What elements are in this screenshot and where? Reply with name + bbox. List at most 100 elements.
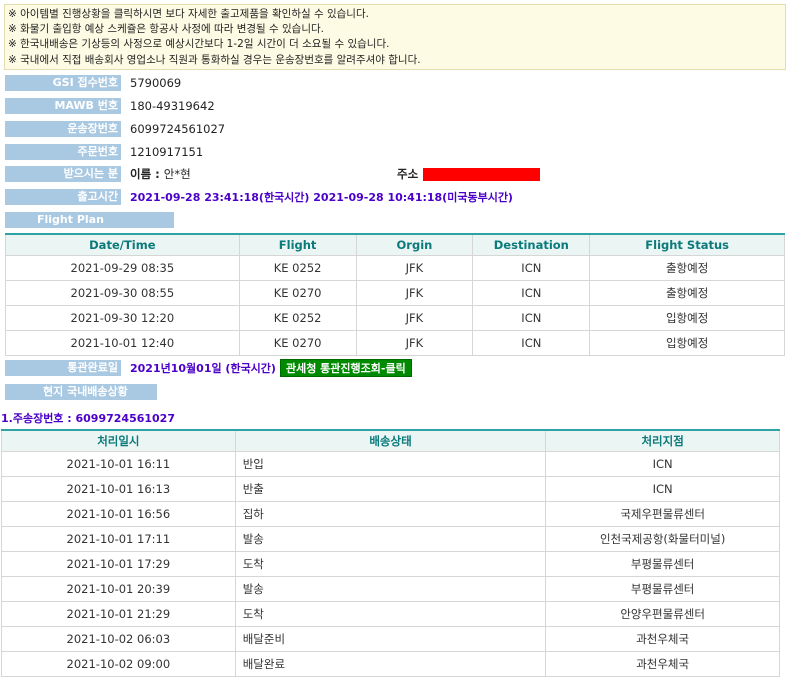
order-label: 주문번호 — [5, 144, 121, 160]
table-row: 2021-09-30 08:55 KE 0270 JFK ICN 출항예정 — [5, 279, 785, 306]
cell-time: 2021-10-01 17:11 — [1, 525, 236, 552]
cell-status: 도착 — [234, 550, 547, 577]
table-row: 2021-10-01 12:40 KE 0270 JFK ICN 입항예정 — [5, 329, 785, 356]
col-processed-time: 처리일시 — [1, 429, 236, 452]
cell-origin: JFK — [355, 329, 474, 356]
customs-inquiry-button[interactable]: 관세청 통관진행조회-클릭 — [279, 359, 412, 377]
cell-branch: 인천국제공항(화물터미널) — [545, 525, 780, 552]
cell-branch: ICN — [545, 475, 780, 502]
notice-line: ※ 아이템별 진행상황을 클릭하시면 보다 자세한 출고제품을 확인하실 수 있… — [8, 8, 369, 20]
customs-value: 2021년10월01일 (한국시간) — [130, 362, 276, 375]
order-row: 주문번호 1210917151 — [5, 144, 203, 160]
cell-flight: KE 0252 — [238, 254, 357, 281]
cell-status: 반입 — [234, 450, 547, 477]
table-row: 2021-10-01 17:11 발송 인천국제공항(화물터미널) — [1, 525, 780, 552]
cell-status: 발송 — [234, 525, 547, 552]
table-row: 2021-10-01 16:11 반입 ICN — [1, 450, 780, 477]
cell-branch: ICN — [545, 450, 780, 477]
notice-box: ※ 아이템별 진행상황을 클릭하시면 보다 자세한 출고제품을 확인하실 수 있… — [4, 4, 786, 70]
cell-datetime: 2021-10-01 12:40 — [5, 329, 240, 356]
waybill-value: 6099724561027 — [130, 122, 226, 136]
cell-destination: ICN — [472, 329, 591, 356]
recipient-name: 안*현 — [163, 167, 191, 181]
cell-origin: JFK — [355, 254, 474, 281]
cell-datetime: 2021-09-29 08:35 — [5, 254, 240, 281]
col-processing-branch: 처리지점 — [545, 429, 780, 452]
notice-line: ※ 한국내배송은 기상등의 사정으로 예상시간보다 1-2일 시간이 더 소요될… — [8, 38, 390, 51]
gsi-label: GSI 접수번호 — [5, 75, 121, 91]
col-delivery-status: 배송상태 — [234, 429, 547, 452]
cell-destination: ICN — [472, 254, 591, 281]
flight-plan-table: Date/Time Flight Orgin Destination Fligh… — [5, 233, 785, 356]
cell-branch: 안양우편물류센터 — [545, 600, 780, 627]
col-datetime: Date/Time — [5, 233, 240, 256]
cell-branch: 과천우체국 — [545, 625, 780, 652]
table-row: 2021-10-01 16:13 반출 ICN — [1, 475, 780, 502]
col-flight-status: Flight Status — [589, 233, 785, 256]
table-row: 2021-10-02 06:03 배달준비 과천우체국 — [1, 625, 780, 652]
gsi-row: GSI 접수번호 5790069 — [5, 75, 181, 91]
cell-branch: 과천우체국 — [545, 650, 780, 677]
domestic-delivery-table: 처리일시 배송상태 처리지점 2021-10-01 16:11 반입 ICN 202… — [1, 429, 780, 677]
cell-status: 집하 — [234, 500, 547, 527]
recipient-name-label: 이름 : — [130, 167, 160, 181]
cell-time: 2021-10-01 16:56 — [1, 500, 236, 527]
cell-datetime: 2021-09-30 12:20 — [5, 304, 240, 331]
order-value: 1210917151 — [130, 145, 204, 159]
table-row: 2021-09-30 12:20 KE 0252 JFK ICN 입항예정 — [5, 304, 785, 331]
cell-time: 2021-10-01 16:11 — [1, 450, 236, 477]
delivery-header-row: 처리일시 배송상태 처리지점 — [1, 429, 780, 452]
cell-status: 배달완료 — [234, 650, 547, 677]
cell-branch: 부평물류센터 — [545, 575, 780, 602]
cell-status: 반출 — [234, 475, 547, 502]
cell-time: 2021-10-02 06:03 — [1, 625, 236, 652]
ship-time-label: 출고시간 — [5, 189, 121, 205]
domestic-delivery-title: 현지 국내배송상황 — [5, 384, 157, 400]
notice-line: ※ 국내에서 직접 배송회사 영업소나 직원과 통화하실 경우는 운송장번호를 … — [8, 53, 421, 66]
cell-status: 배달준비 — [234, 625, 547, 652]
waybill-label: 운송장번호 — [5, 121, 121, 137]
cell-destination: ICN — [472, 279, 591, 306]
col-flight: Flight — [238, 233, 357, 256]
cell-status: 발송 — [234, 575, 547, 602]
mawb-row: MAWB 번호 180-49319642 — [5, 98, 215, 114]
cell-status: 입항예정 — [589, 329, 785, 356]
table-row: 2021-10-01 17:29 도착 부평물류센터 — [1, 550, 780, 577]
mawb-value: 180-49319642 — [130, 99, 215, 113]
table-row: 2021-10-01 20:39 발송 부평물류센터 — [1, 575, 780, 602]
col-origin: Orgin — [355, 233, 474, 256]
cell-time: 2021-10-02 09:00 — [1, 650, 236, 677]
mawb-label: MAWB 번호 — [5, 98, 121, 114]
cell-status: 도착 — [234, 600, 547, 627]
recipient-row: 받으시는 분 이름 : 안*현 주소 : — [5, 166, 565, 182]
gsi-value: 5790069 — [130, 76, 182, 90]
col-destination: Destination — [472, 233, 591, 256]
cell-datetime: 2021-09-30 08:55 — [5, 279, 240, 306]
cell-status: 출항예정 — [589, 279, 785, 306]
table-row: 2021-09-29 08:35 KE 0252 JFK ICN 출항예정 — [5, 254, 785, 281]
ship-time-value: 2021-09-28 23:41:18(한국시간) 2021-09-28 10:… — [130, 191, 513, 204]
table-row: 2021-10-02 09:00 배달완료 과천우체국 — [1, 650, 780, 677]
cell-branch: 국제우편물류센터 — [545, 500, 780, 527]
cell-branch: 부평물류센터 — [545, 550, 780, 577]
cell-time: 2021-10-01 16:13 — [1, 475, 236, 502]
cell-destination: ICN — [472, 304, 591, 331]
customs-label: 통관완료일 — [5, 360, 121, 376]
cell-time: 2021-10-01 17:29 — [1, 550, 236, 577]
main-waybill-heading: 1.주송장번호 : 6099724561027 — [1, 412, 175, 425]
table-row: 2021-10-01 21:29 도착 안양우편물류센터 — [1, 600, 780, 627]
customs-row: 통관완료일 2021년10월01일 (한국시간) 관세청 통관진행조회-클릭 — [5, 359, 412, 377]
cell-status: 출항예정 — [589, 254, 785, 281]
cell-time: 2021-10-01 20:39 — [1, 575, 236, 602]
cell-flight: KE 0252 — [238, 304, 357, 331]
cell-origin: JFK — [355, 279, 474, 306]
table-row: 2021-10-01 16:56 집하 국제우편물류센터 — [1, 500, 780, 527]
flight-header-row: Date/Time Flight Orgin Destination Fligh… — [5, 233, 785, 256]
cell-time: 2021-10-01 21:29 — [1, 600, 236, 627]
flight-plan-title: Flight Plan Information — [5, 212, 174, 242]
waybill-row: 운송장번호 6099724561027 — [5, 121, 225, 137]
ship-time-row: 출고시간 2021-09-28 23:41:18(한국시간) 2021-09-2… — [5, 189, 513, 205]
address-redaction — [423, 167, 540, 181]
cell-flight: KE 0270 — [238, 329, 357, 356]
cell-flight: KE 0270 — [238, 279, 357, 306]
